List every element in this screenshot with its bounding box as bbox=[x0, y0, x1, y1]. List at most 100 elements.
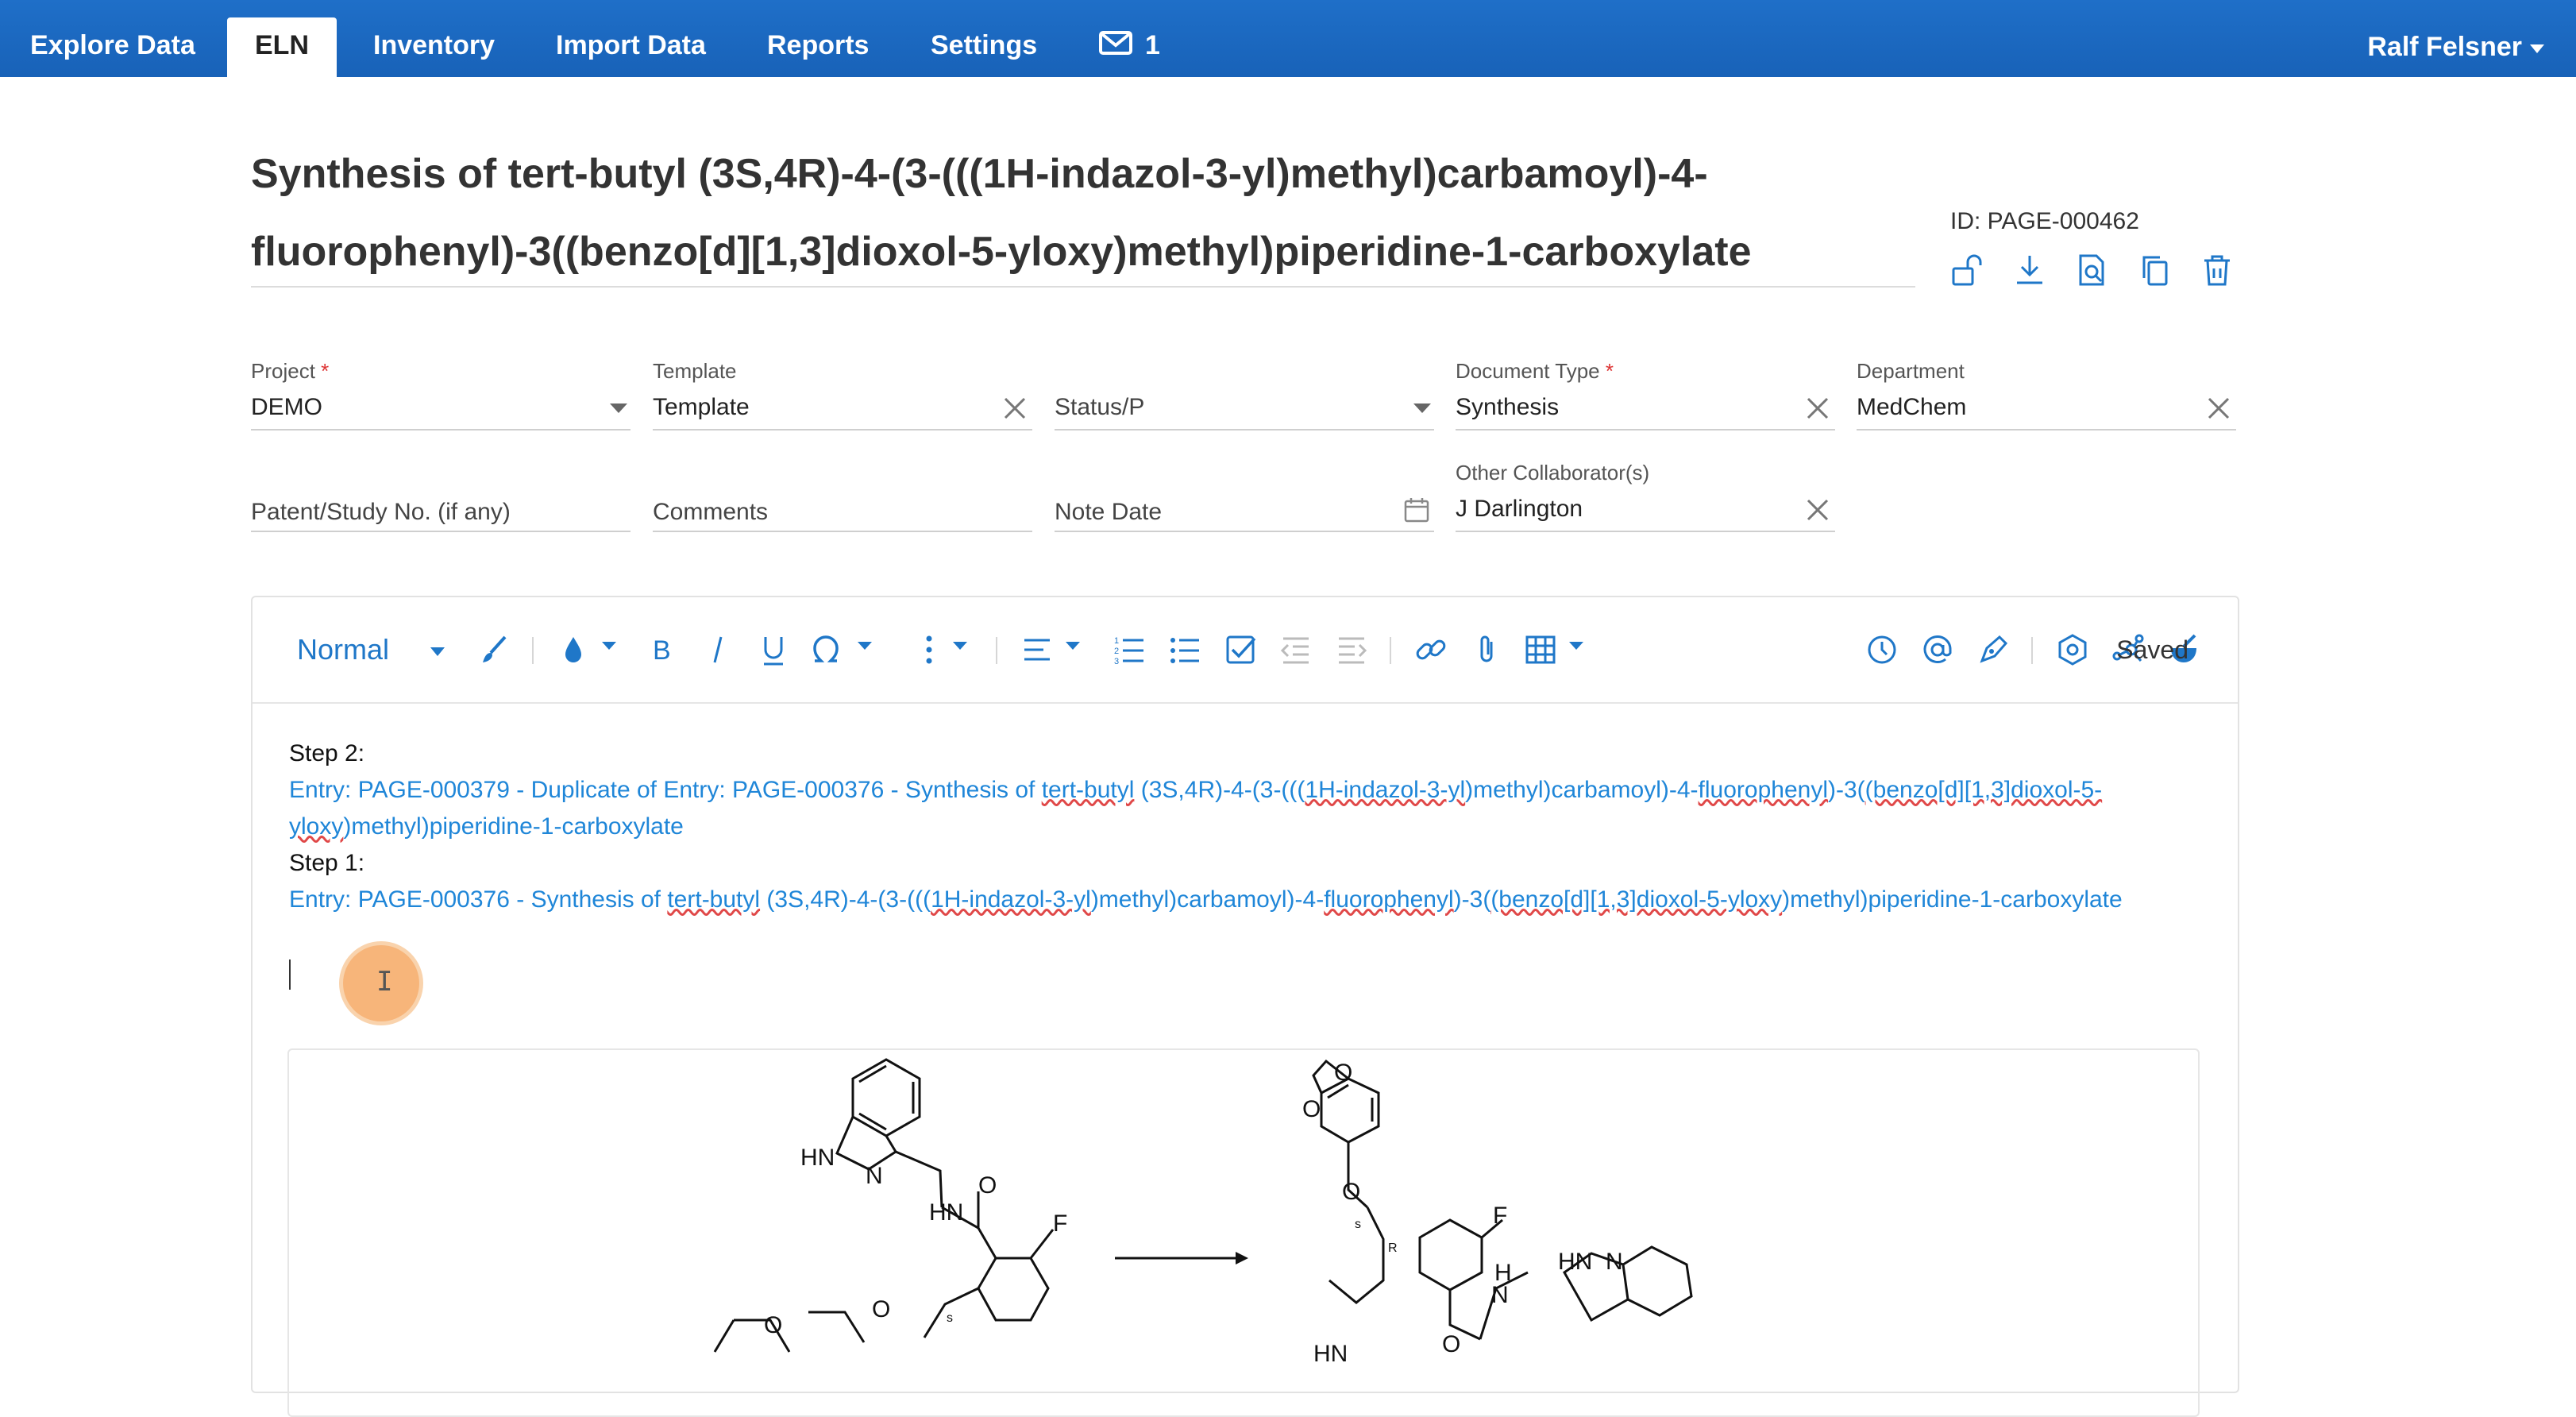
clear-icon[interactable] bbox=[1001, 394, 1029, 423]
chevron-down-icon[interactable] bbox=[1066, 642, 1080, 650]
table-icon[interactable] bbox=[1523, 632, 1558, 667]
status-placeholder: Status/P bbox=[1055, 394, 1145, 420]
field-underline bbox=[251, 531, 631, 532]
align-icon[interactable] bbox=[1020, 632, 1055, 667]
unlock-icon[interactable] bbox=[1950, 253, 1985, 288]
field-underline bbox=[1055, 531, 1434, 532]
envelope-icon bbox=[1099, 19, 1132, 75]
title-underline bbox=[251, 286, 1915, 288]
reaction-scheme[interactable]: HN N HN O F O O O O O F H N O HN N HN s … bbox=[287, 1048, 2200, 1417]
status-field[interactable]: Status/P bbox=[1055, 359, 1434, 431]
text-cursor-icon: I bbox=[376, 966, 393, 998]
svg-text:1: 1 bbox=[1114, 636, 1119, 646]
toolbar-divider bbox=[532, 637, 534, 664]
chemistry-structure-icon[interactable] bbox=[2055, 632, 2090, 667]
more-options-icon[interactable] bbox=[912, 632, 947, 667]
project-value: DEMO bbox=[251, 394, 322, 420]
field-underline bbox=[653, 429, 1032, 431]
bullet-list-icon[interactable] bbox=[1167, 632, 1202, 667]
chevron-down-icon[interactable] bbox=[1569, 642, 1583, 650]
document-type-field[interactable]: Document Type * Synthesis bbox=[1456, 359, 1835, 431]
messages-count: 1 bbox=[1145, 30, 1160, 60]
atom-label: O bbox=[872, 1296, 890, 1322]
editor-toolbar: Normal B 123 Saved bbox=[253, 597, 2238, 704]
atom-label: N bbox=[1491, 1282, 1509, 1308]
rich-text-editor: Normal B 123 Saved Step 2: Entry: PAGE-0… bbox=[251, 596, 2239, 1417]
clear-icon[interactable] bbox=[1803, 394, 1832, 423]
comments-field[interactable]: Comments bbox=[653, 461, 1032, 532]
page-title[interactable]: Synthesis of tert-butyl (3S,4R)-4-(3-(((… bbox=[251, 135, 1915, 291]
collaborators-field[interactable]: Other Collaborator(s) J Darlington bbox=[1456, 461, 1835, 532]
atom-label: F bbox=[1493, 1203, 1507, 1229]
atom-label: O bbox=[1342, 1179, 1360, 1205]
tab-explore-data[interactable]: Explore Data bbox=[30, 17, 195, 77]
svg-text:2: 2 bbox=[1114, 647, 1119, 656]
mouse-cursor-indicator: I bbox=[343, 945, 419, 1021]
field-underline bbox=[653, 531, 1032, 532]
top-navigation: Explore Data ELN Inventory Import Data R… bbox=[0, 0, 2576, 77]
step-1-entry-link[interactable]: Entry: PAGE-000376 - Synthesis of tert-b… bbox=[289, 882, 2198, 918]
clear-icon[interactable] bbox=[2204, 394, 2233, 423]
color-drop-icon[interactable] bbox=[556, 632, 591, 667]
atom-label: O bbox=[1302, 1096, 1321, 1122]
signature-pen-icon[interactable] bbox=[1976, 632, 2011, 667]
messages-button[interactable]: 1 bbox=[1099, 17, 1160, 77]
attachment-icon[interactable] bbox=[1469, 632, 1504, 667]
brush-icon[interactable] bbox=[476, 632, 511, 667]
special-character-icon[interactable] bbox=[808, 632, 843, 667]
checklist-icon[interactable] bbox=[1223, 632, 1258, 667]
template-label: Template bbox=[653, 359, 737, 383]
atom-label: N bbox=[1606, 1249, 1623, 1275]
mention-icon[interactable] bbox=[1920, 632, 1955, 667]
bold-icon[interactable]: B bbox=[645, 632, 680, 667]
chevron-down-icon[interactable] bbox=[953, 642, 967, 650]
template-field[interactable]: Template Template bbox=[653, 359, 1032, 431]
chevron-down-icon bbox=[430, 647, 445, 656]
italic-icon[interactable] bbox=[700, 632, 735, 667]
patent-field[interactable]: Patent/Study No. (if any) bbox=[251, 461, 631, 532]
tab-inventory[interactable]: Inventory bbox=[373, 17, 495, 77]
tab-import-data[interactable]: Import Data bbox=[556, 17, 706, 77]
svg-text:B: B bbox=[653, 635, 671, 666]
editor-content[interactable]: Step 2: Entry: PAGE-000379 - Duplicate o… bbox=[289, 736, 2198, 918]
calendar-icon[interactable] bbox=[1402, 496, 1431, 524]
copy-icon[interactable] bbox=[2138, 253, 2173, 288]
field-underline bbox=[1456, 531, 1835, 532]
user-menu[interactable]: Ralf Felsner bbox=[2367, 17, 2544, 77]
delete-icon[interactable] bbox=[2200, 253, 2235, 288]
clock-icon[interactable] bbox=[1865, 632, 1899, 667]
tab-eln[interactable]: ELN bbox=[227, 17, 337, 77]
note-date-field[interactable]: Note Date bbox=[1055, 461, 1434, 532]
step-2-entry-link[interactable]: Entry: PAGE-000379 - Duplicate of Entry:… bbox=[289, 772, 2198, 845]
chevron-down-icon[interactable] bbox=[1413, 403, 1431, 413]
underline-icon[interactable] bbox=[756, 632, 791, 667]
numbered-list-icon[interactable]: 123 bbox=[1112, 632, 1147, 667]
collaborators-value: J Darlington bbox=[1456, 496, 1583, 522]
download-icon[interactable] bbox=[2012, 253, 2047, 288]
department-field[interactable]: Department MedChem bbox=[1857, 359, 2236, 431]
step-2-label: Step 2: bbox=[289, 740, 365, 766]
text-caret bbox=[289, 959, 291, 990]
outdent-icon[interactable] bbox=[1278, 632, 1313, 667]
department-label: Department bbox=[1857, 359, 1965, 383]
paragraph-style-select[interactable]: Normal bbox=[297, 632, 445, 667]
step-1-label: Step 1: bbox=[289, 850, 365, 876]
link-icon[interactable] bbox=[1413, 632, 1448, 667]
note-date-placeholder: Note Date bbox=[1055, 499, 1163, 525]
chevron-down-icon bbox=[2530, 44, 2544, 53]
collaborators-label: Other Collaborator(s) bbox=[1456, 461, 1650, 485]
project-field[interactable]: Project * DEMO bbox=[251, 359, 631, 431]
chevron-down-icon[interactable] bbox=[602, 642, 616, 650]
field-underline bbox=[1857, 429, 2236, 431]
chevron-down-icon[interactable] bbox=[858, 642, 872, 650]
atom-label: N bbox=[866, 1163, 883, 1189]
clear-icon[interactable] bbox=[1803, 496, 1832, 524]
indent-icon[interactable] bbox=[1334, 632, 1369, 667]
tab-reports[interactable]: Reports bbox=[767, 17, 869, 77]
document-id: ID: PAGE-000462 bbox=[1950, 208, 2139, 234]
chevron-down-icon[interactable] bbox=[610, 403, 627, 413]
tab-settings[interactable]: Settings bbox=[931, 17, 1037, 77]
atom-label: HN bbox=[1313, 1341, 1348, 1367]
atom-label: O bbox=[1442, 1331, 1460, 1357]
review-icon[interactable] bbox=[2074, 253, 2109, 288]
